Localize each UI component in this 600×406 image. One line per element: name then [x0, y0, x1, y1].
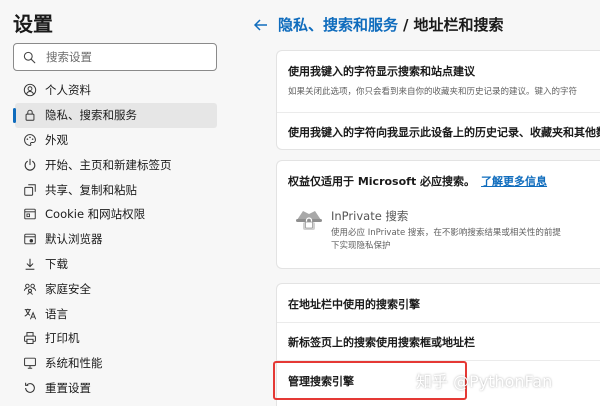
breadcrumb-separator: /: [403, 15, 409, 34]
divider: [277, 322, 600, 323]
sidebar-item-profile[interactable]: 个人资料: [0, 78, 230, 103]
sidebar-item-label: 共享、复制和粘贴: [45, 182, 137, 197]
sidebar-item-default-browser[interactable]: 默认浏览器: [0, 227, 230, 252]
main-content: 隐私、搜索和服务 / 地址栏和搜索 使用我键入的字符显示搜索和站点建议 如果关闭…: [230, 0, 600, 406]
sidebar-item-label: 下载: [45, 256, 68, 271]
cookie-icon: [23, 207, 37, 221]
bing-benefits-header: 权益仅适用于 Microsoft 必应搜索。 了解更多信息: [288, 173, 547, 189]
family-icon: [23, 282, 37, 296]
divider: [277, 112, 600, 113]
sidebar-item-label: 打印机: [45, 331, 80, 346]
power-icon: [23, 158, 37, 172]
sidebar-item-label: Cookie 和网站权限: [45, 207, 146, 222]
sidebar: 设置 个人资料 隐私、搜索和服务 外观 开始、主页和新建标签页 共享、复制和粘贴…: [0, 0, 230, 406]
learn-more-link[interactable]: 了解更多信息: [481, 173, 547, 189]
new-tab-search-setting[interactable]: 新标签页上的搜索使用搜索框或地址栏: [288, 334, 475, 350]
bing-benefits-card: 权益仅适用于 Microsoft 必应搜索。 了解更多信息 InPrivate …: [276, 160, 600, 269]
sidebar-item-label: 个人资料: [45, 83, 91, 98]
show-suggestions-setting[interactable]: 使用我键入的字符显示搜索和站点建议 如果关闭此选项，你只会看到来自你的收藏夹和历…: [288, 63, 577, 97]
sidebar-item-system[interactable]: 系统和性能: [0, 351, 230, 376]
sidebar-item-share[interactable]: 共享、复制和粘贴: [0, 177, 230, 202]
sidebar-item-cookies[interactable]: Cookie 和网站权限: [0, 202, 230, 227]
setting-title: 使用我键入的字符向我显示此设备上的历史记录、收藏夹和其他数: [288, 126, 600, 139]
description-line: 下实现隐私保护: [331, 241, 391, 251]
show-history-setting[interactable]: 使用我键入的字符向我显示此设备上的历史记录、收藏夹和其他数: [288, 124, 600, 140]
sidebar-item-label: 重置设置: [45, 380, 91, 395]
reset-icon: [23, 381, 37, 395]
watermark: 知乎 @PythonFan: [416, 372, 553, 391]
settings-title: 设置: [13, 12, 53, 36]
sidebar-item-language[interactable]: 语言: [0, 301, 230, 326]
printer-icon: [23, 331, 37, 345]
download-icon: [23, 257, 37, 271]
search-box[interactable]: [13, 43, 217, 71]
sidebar-item-printers[interactable]: 打印机: [0, 326, 230, 351]
sidebar-item-label: 开始、主页和新建标签页: [45, 157, 172, 172]
system-icon: [23, 356, 37, 370]
inprivate-search-title: InPrivate 搜索: [331, 209, 409, 223]
search-icon: [23, 51, 36, 63]
sidebar-item-downloads[interactable]: 下载: [0, 252, 230, 277]
sidebar-item-label: 家庭安全: [45, 281, 91, 296]
sidebar-item-label: 系统和性能: [45, 356, 103, 371]
sidebar-item-label: 语言: [45, 306, 68, 321]
benefits-title: 权益仅适用于 Microsoft 必应搜索。: [288, 175, 476, 188]
back-arrow-icon[interactable]: [252, 16, 270, 34]
sidebar-item-family[interactable]: 家庭安全: [0, 276, 230, 301]
sidebar-item-reset[interactable]: 重置设置: [0, 376, 230, 401]
lock-icon: [23, 108, 37, 122]
appearance-icon: [23, 133, 37, 147]
address-bar-search-engine-setting[interactable]: 在地址栏中使用的搜索引擎: [288, 296, 420, 312]
setting-description: 如果关闭此选项，你只会看到来自你的收藏夹和历史记录的建议。键入的字符: [288, 87, 578, 97]
sidebar-item-label: 默认浏览器: [45, 232, 103, 247]
setting-title: 使用我键入的字符显示搜索和站点建议: [288, 65, 475, 78]
breadcrumb-link-privacy[interactable]: 隐私、搜索和服务: [278, 14, 398, 35]
search-input[interactable]: [46, 50, 206, 64]
sidebar-item-label: 隐私、搜索和服务: [45, 108, 137, 123]
breadcrumb: 隐私、搜索和服务 / 地址栏和搜索: [252, 14, 504, 35]
inprivate-search-icon: [296, 211, 322, 230]
suggestions-card: 使用我键入的字符显示搜索和站点建议 如果关闭此选项，你只会看到来自你的收藏夹和历…: [276, 50, 600, 150]
sidebar-item-startup[interactable]: 开始、主页和新建标签页: [0, 152, 230, 177]
language-icon: [23, 307, 37, 321]
inprivate-search-description: 使用必应 InPrivate 搜索，在不影响搜索结果或相关性的前提 下实现隐私保…: [331, 227, 600, 253]
sidebar-item-label: 外观: [45, 132, 68, 147]
browser-icon: [23, 232, 37, 246]
sidebar-item-appearance[interactable]: 外观: [0, 128, 230, 153]
profile-icon: [23, 83, 37, 97]
sidebar-nav: 个人资料 隐私、搜索和服务 外观 开始、主页和新建标签页 共享、复制和粘贴 Co…: [0, 78, 230, 400]
sidebar-item-privacy[interactable]: 隐私、搜索和服务: [13, 102, 217, 128]
share-icon: [23, 183, 37, 197]
page-title: 地址栏和搜索: [413, 16, 504, 34]
description-line: 使用必应 InPrivate 搜索，在不影响搜索结果或相关性的前提: [331, 228, 561, 238]
